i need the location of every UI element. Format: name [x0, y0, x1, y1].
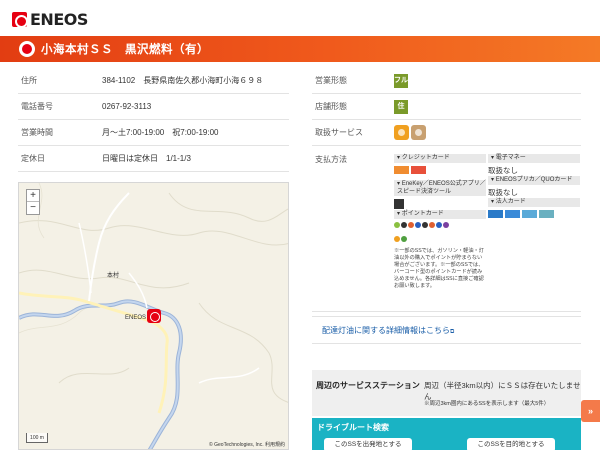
side-row-business-type: 営業形態 フル: [312, 68, 581, 94]
info-label: 営業時間: [21, 128, 53, 137]
point-card-icon: [401, 236, 407, 242]
station-pin-icon[interactable]: [147, 309, 161, 323]
station-brand-icon: [19, 41, 35, 57]
info-value: 384-1102 長野県南佐久郡小海町小海６９８: [102, 76, 264, 85]
info-value: 日曜日は定休日 1/1-1/3: [102, 154, 191, 163]
prica-value: 取扱なし: [488, 188, 518, 197]
drive-title: ドライブルート検索: [317, 423, 389, 432]
map-label-pin: ENEOS: [125, 315, 147, 321]
corp-card-icon: [488, 210, 503, 218]
kerosene-icon: [411, 125, 426, 140]
logo-text: ENEOS: [30, 10, 88, 29]
side-label: 店舗形態: [315, 102, 347, 111]
external-link-icon: ⧉: [450, 329, 455, 335]
point-card-icons-2: [394, 236, 486, 244]
corporate-card-group: ▾ 法人カード: [488, 198, 580, 220]
prica-header: ▾ ENEOSプリカ／QUOカード: [488, 176, 580, 185]
info-row-holiday: 定休日 日曜日は定休日 1/1-1/3: [18, 146, 289, 172]
info-row-hours: 営業時間 月～土7:00-19:00 祝7:00-19:00: [18, 120, 289, 146]
map-copyright[interactable]: © GeoTechnologies, Inc. 利用規約: [209, 441, 285, 448]
point-card-icon: [394, 236, 400, 242]
info-label: 電話番号: [21, 102, 53, 111]
point-card-icon: [422, 222, 428, 228]
corp-card-icon: [539, 210, 554, 218]
zoom-out-button[interactable]: −: [27, 202, 39, 214]
point-card-icon: [415, 222, 421, 228]
corp-card-icon: [522, 210, 537, 218]
point-card-icon: [436, 222, 442, 228]
station-title: 小海本村ＳＳ 黒沢燃料（有）: [41, 44, 209, 56]
eneos-card-icon: [394, 166, 409, 174]
enekey-group: ▾ EneKey／ENEOS公式アプリ／スピード決済ツール: [394, 180, 486, 211]
eneos-logo-icon: [12, 12, 28, 28]
side-label: 取扱サービス: [315, 128, 363, 137]
payment-note: ※一部のSSでは、ガソリン・軽油・灯油以外の購入でポイントが貯まらない場合がござ…: [394, 248, 484, 289]
map-scale: 100 m: [26, 433, 48, 443]
nearby-stations: 周辺のサービスステーション 周辺（半径3km以内）にＳＳは存在いたしません ※周…: [312, 370, 581, 416]
emoney-value: 取扱なし: [488, 166, 518, 175]
map-label-town: 本村: [107, 273, 120, 279]
car-wash-icon: [394, 125, 409, 140]
prica-group: ▾ ENEOSプリカ／QUOカード 取扱なし: [488, 176, 580, 198]
scroll-top-button[interactable]: »: [581, 400, 600, 422]
kerosene-info-link[interactable]: 配達灯油に関する詳細情報はこちら⧉: [312, 316, 581, 344]
info-label: 定休日: [21, 154, 45, 163]
nearby-title: 周辺のサービスステーション: [316, 381, 420, 390]
drive-route-search: ドライブルート検索 このSSを出発地とする このSSを目的地とする: [312, 418, 581, 452]
point-card-icon: [394, 222, 400, 228]
credit-card-group: ▾ クレジットカード: [394, 154, 486, 176]
point-card-icon: [408, 222, 414, 228]
point-card-icon: [429, 222, 435, 228]
enekey-header: ▾ EneKey／ENEOS公式アプリ／スピード決済ツール: [394, 180, 486, 196]
info-value[interactable]: 0267-92-3113: [102, 102, 151, 111]
station-banner: 小海本村ＳＳ 黒沢燃料（有）: [0, 36, 600, 62]
residential-icon: 住: [394, 99, 408, 114]
side-label: 支払方法: [315, 155, 347, 164]
credit-card-header: ▾ クレジットカード: [394, 154, 486, 163]
emoney-group: ▾ 電子マネー 取扱なし: [488, 154, 580, 176]
side-row-services: 取扱サービス: [312, 120, 581, 146]
map-zoom-control: + −: [26, 189, 40, 215]
station-info-table: 住所 384-1102 長野県南佐久郡小海町小海６９８ 電話番号 0267-92…: [18, 68, 289, 172]
top-bar: ENEOS: [0, 0, 600, 36]
zoom-in-button[interactable]: +: [27, 190, 39, 202]
point-card-icons: [394, 222, 486, 230]
point-card-group: ▾ ポイントカード ※一部のSSでは、ガソリン・軽油・灯油以外の購入でポイントが…: [394, 210, 486, 290]
info-value: 月～土7:00-19:00 祝7:00-19:00: [102, 128, 219, 137]
side-label: 営業形態: [315, 76, 347, 85]
station-map[interactable]: + − 本村 ENEOS 100 m © GeoTechnologies, In…: [18, 182, 289, 450]
point-card-header: ▾ ポイントカード: [394, 210, 486, 219]
enekey-icon: [394, 199, 404, 209]
eneos-logo[interactable]: ENEOS: [12, 10, 88, 29]
credit-brand-icon: [411, 166, 426, 174]
emoney-header: ▾ 電子マネー: [488, 154, 580, 163]
full-service-icon: フル: [394, 73, 408, 88]
corp-card-icon: [505, 210, 520, 218]
info-row-address: 住所 384-1102 長野県南佐久郡小海町小海６９８: [18, 68, 289, 94]
corporate-card-header: ▾ 法人カード: [488, 198, 580, 207]
info-row-phone: 電話番号 0267-92-3113: [18, 94, 289, 120]
point-card-icon: [443, 222, 449, 228]
nearby-note: ※周辺3km圏内にあるSSを表示します（最大5件）: [424, 401, 550, 407]
info-label: 住所: [21, 76, 37, 85]
side-row-store-type: 店舗形態 住: [312, 94, 581, 120]
point-card-icon: [401, 222, 407, 228]
